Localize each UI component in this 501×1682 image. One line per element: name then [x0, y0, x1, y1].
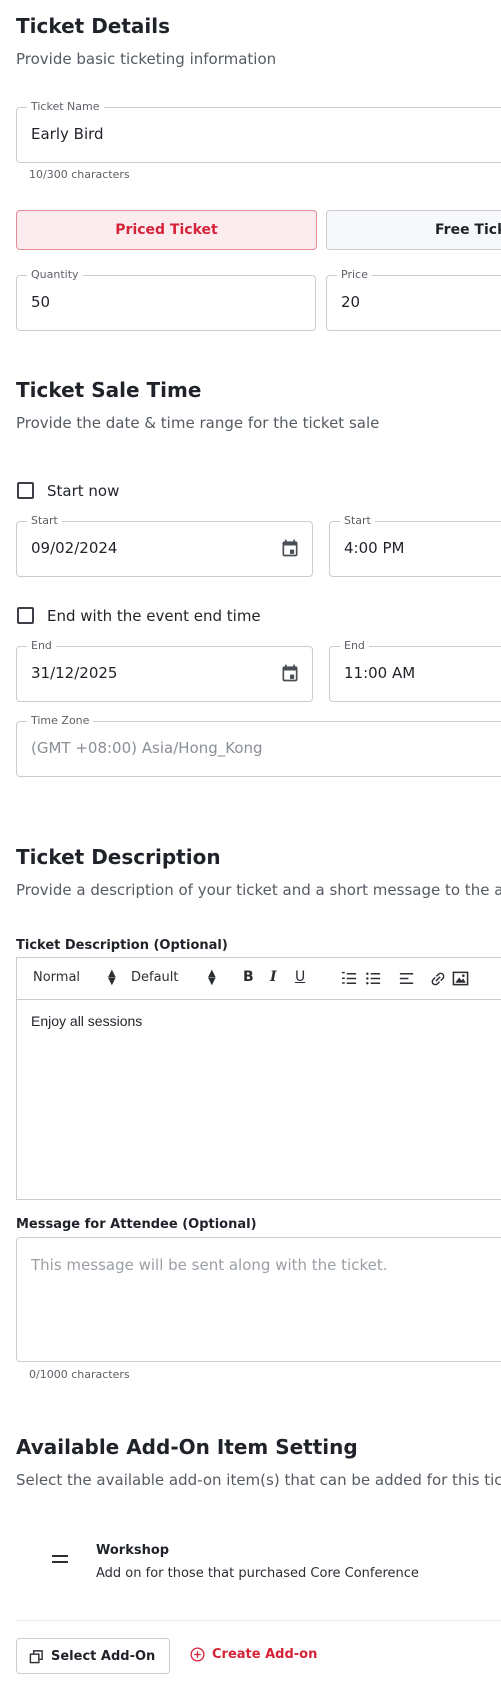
sale-time-subtitle: Provide the date & time range for the ti… [16, 414, 380, 432]
free-ticket-button[interactable]: Free Tick [326, 210, 501, 250]
addon-list-item[interactable]: Workshop Add on for those that purchased… [16, 1535, 501, 1615]
addon-name: Workshop [96, 1543, 170, 1558]
ticket-details-title: Ticket Details [16, 14, 171, 38]
end-with-event-label: End with the event end time [47, 607, 261, 625]
create-addon-button[interactable]: Create Add-on [190, 1647, 317, 1662]
start-time-field[interactable]: Start 4:00 PM [329, 514, 501, 577]
start-date-value: 09/02/2024 [31, 539, 118, 557]
calendar-icon[interactable] [280, 663, 300, 683]
ticket-name-value: Early Bird [31, 125, 104, 143]
end-with-event-checkbox[interactable] [17, 607, 34, 624]
end-date-value: 31/12/2025 [31, 664, 118, 682]
format-select-arrow-down-icon[interactable]: ▼︎ [108, 976, 116, 987]
quantity-value: 50 [31, 293, 51, 311]
start-now-label: Start now [47, 482, 120, 500]
addon-description: Add on for those that purchased Core Con… [96, 1566, 419, 1581]
ticket-details-subtitle: Provide basic ticketing information [16, 50, 277, 68]
ticket-name-field[interactable]: Ticket Name Early Bird [16, 100, 501, 163]
timezone-label: Time Zone [27, 714, 94, 727]
description-subtitle: Provide a description of your ticket and… [16, 881, 501, 899]
drag-handle-icon[interactable] [52, 1553, 68, 1565]
select-addon-icon [29, 1649, 44, 1664]
addons-subtitle: Select the available add-on item(s) that… [16, 1471, 501, 1489]
message-counter: 0/1000 characters [29, 1368, 130, 1381]
quantity-field[interactable]: Quantity 50 [16, 268, 316, 331]
quantity-label: Quantity [27, 268, 83, 281]
font-select-arrow-down-icon[interactable]: ▼︎ [208, 976, 216, 987]
end-date-label: End [27, 639, 56, 652]
priced-ticket-button[interactable]: Priced Ticket [16, 210, 317, 250]
ticket-name-counter: 10/300 characters [29, 168, 130, 181]
end-date-field[interactable]: End 31/12/2025 [16, 639, 313, 702]
image-icon[interactable] [452, 970, 469, 987]
start-time-value: 4:00 PM [344, 539, 405, 557]
description-editor[interactable]: Enjoy all sessions [16, 1000, 501, 1200]
plus-circle-icon [190, 1647, 205, 1662]
sale-time-title: Ticket Sale Time [16, 378, 202, 402]
price-label: Price [337, 268, 372, 281]
link-icon[interactable] [429, 970, 447, 988]
bold-button[interactable]: B [243, 969, 254, 985]
align-icon[interactable] [398, 970, 415, 987]
addons-title: Available Add-On Item Setting [16, 1435, 358, 1459]
bullet-list-icon[interactable] [365, 970, 382, 987]
start-date-field[interactable]: Start 09/02/2024 [16, 514, 313, 577]
underline-button[interactable]: U [295, 969, 305, 985]
message-textarea[interactable]: This message will be sent along with the… [16, 1237, 501, 1362]
addons-divider [16, 1620, 501, 1621]
timezone-value: (GMT +08:00) Asia/Hong_Kong [31, 739, 263, 757]
message-placeholder: This message will be sent along with the… [31, 1256, 388, 1274]
calendar-icon[interactable] [280, 538, 300, 558]
font-select[interactable]: Default [131, 970, 179, 985]
editor-toolbar: Normal ▲︎ ▼︎ Default ▲︎ ▼︎ B I U [16, 957, 501, 1000]
price-value: 20 [341, 293, 361, 311]
ticket-description-label: Ticket Description (Optional) [16, 938, 228, 953]
price-field[interactable]: Price 20 [326, 268, 501, 331]
end-time-value: 11:00 AM [344, 664, 416, 682]
description-text: Enjoy all sessions [31, 1013, 143, 1029]
ordered-list-icon[interactable] [341, 970, 358, 987]
italic-button[interactable]: I [270, 969, 277, 985]
end-time-field[interactable]: End 11:00 AM [329, 639, 501, 702]
timezone-field[interactable]: Time Zone (GMT +08:00) Asia/Hong_Kong [16, 714, 501, 777]
create-addon-label: Create Add-on [212, 1647, 318, 1662]
end-time-label: End [340, 639, 369, 652]
select-addon-label: Select Add-On [51, 1648, 156, 1664]
message-label: Message for Attendee (Optional) [16, 1217, 257, 1232]
start-time-label: Start [340, 514, 375, 527]
start-now-checkbox[interactable] [17, 482, 34, 499]
format-select[interactable]: Normal [33, 970, 80, 985]
description-title: Ticket Description [16, 845, 221, 869]
start-date-label: Start [27, 514, 62, 527]
ticket-name-label: Ticket Name [27, 100, 104, 113]
select-addon-button[interactable]: Select Add-On [16, 1638, 170, 1674]
